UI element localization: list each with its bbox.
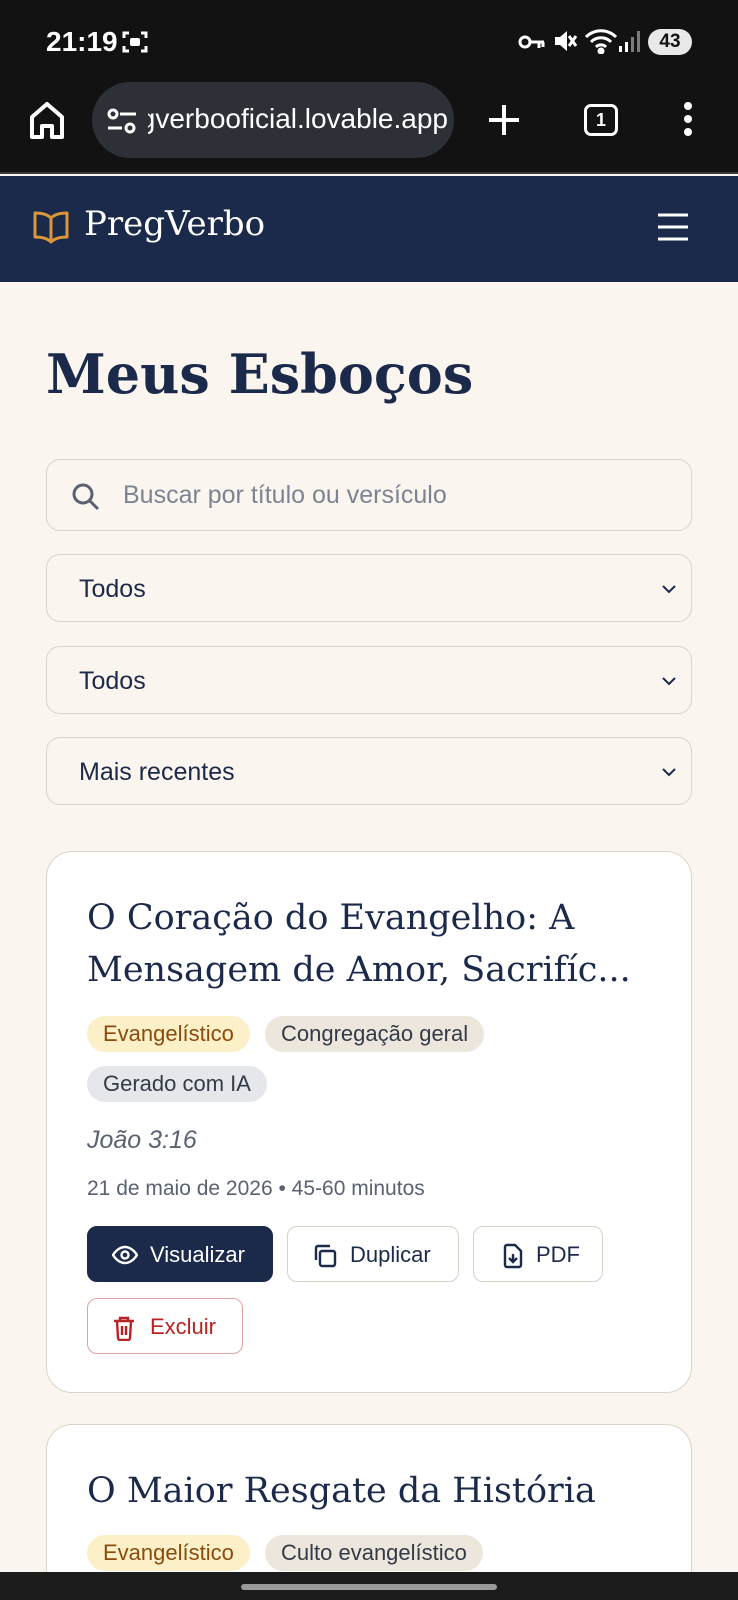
duplicate-button-label: Duplicar — [350, 1242, 431, 1267]
sermon-card: O Coração do Evangelho: A Mensagem de Am… — [46, 851, 692, 1393]
audience-filter-select[interactable]: Todos — [46, 646, 692, 714]
url-text: pregverbooficial.lovable.app — [148, 103, 448, 134]
vpn-key-icon — [518, 33, 546, 56]
view-button[interactable]: Visualizar — [87, 1226, 273, 1282]
new-tab-icon[interactable] — [486, 102, 522, 143]
book-icon — [32, 210, 70, 249]
sermon-title[interactable]: O Coração do Evangelho: A Mensagem de Am… — [87, 892, 667, 996]
verse-reference: João 3:16 — [87, 1126, 197, 1154]
file-download-icon — [502, 1243, 524, 1275]
sort-value: Mais recentes — [79, 758, 235, 786]
audience-filter-value: Todos — [79, 667, 146, 695]
trash-icon — [112, 1315, 136, 1347]
eye-icon — [111, 1243, 139, 1273]
site-settings-icon[interactable] — [106, 106, 138, 141]
category-badge: Evangelístico — [87, 1535, 250, 1571]
category-badge: Evangelístico — [87, 1016, 250, 1052]
chevron-down-icon — [659, 762, 679, 787]
system-nav-bar — [0, 1572, 738, 1600]
chevron-down-icon — [659, 671, 679, 696]
ai-generated-badge: Gerado com IA — [87, 1066, 267, 1102]
mute-icon — [552, 28, 578, 59]
sort-select[interactable]: Mais recentes — [46, 737, 692, 805]
tab-switcher-button[interactable]: 1 — [584, 104, 618, 136]
type-filter-select[interactable]: Todos — [46, 554, 692, 622]
type-filter-value: Todos — [79, 575, 146, 603]
home-icon[interactable] — [28, 100, 66, 145]
brand-name[interactable]: PregVerbo — [84, 204, 265, 244]
url-bar[interactable]: pregverbooficial.lovable.app — [92, 82, 454, 158]
page-title: Meus Esboços — [46, 342, 474, 406]
app-header: PregVerbo — [0, 176, 738, 282]
status-bar: 21:19 43 — [0, 0, 738, 80]
screen-record-icon — [122, 30, 148, 59]
delete-button[interactable]: Excluir — [87, 1298, 243, 1354]
audience-badge: Congregação geral — [265, 1016, 485, 1052]
signal-icon — [618, 30, 642, 57]
search-box — [46, 459, 692, 531]
browser-toolbar: pregverbooficial.lovable.app 1 — [0, 80, 738, 174]
wifi-icon — [584, 28, 618, 59]
chevron-down-icon — [659, 579, 679, 604]
hamburger-menu-icon[interactable] — [656, 212, 690, 247]
more-menu-icon[interactable] — [683, 101, 693, 142]
duplicate-button[interactable]: Duplicar — [287, 1226, 459, 1282]
status-time: 21:19 — [46, 26, 118, 57]
home-gesture-handle[interactable] — [241, 1584, 497, 1590]
sermon-title[interactable]: O Maior Resgate da História — [87, 1465, 667, 1517]
view-button-label: Visualizar — [150, 1242, 245, 1267]
search-input[interactable] — [123, 478, 663, 512]
copy-icon — [312, 1243, 338, 1275]
pdf-button[interactable]: PDF — [473, 1226, 603, 1282]
delete-button-label: Excluir — [150, 1314, 217, 1339]
sermon-meta: 21 de maio de 2026 • 45-60 minutos — [87, 1177, 425, 1200]
search-icon — [71, 482, 101, 517]
pdf-button-label: PDF — [536, 1242, 580, 1267]
battery-level: 43 — [648, 29, 692, 55]
service-badge: Culto evangelístico — [265, 1535, 483, 1571]
